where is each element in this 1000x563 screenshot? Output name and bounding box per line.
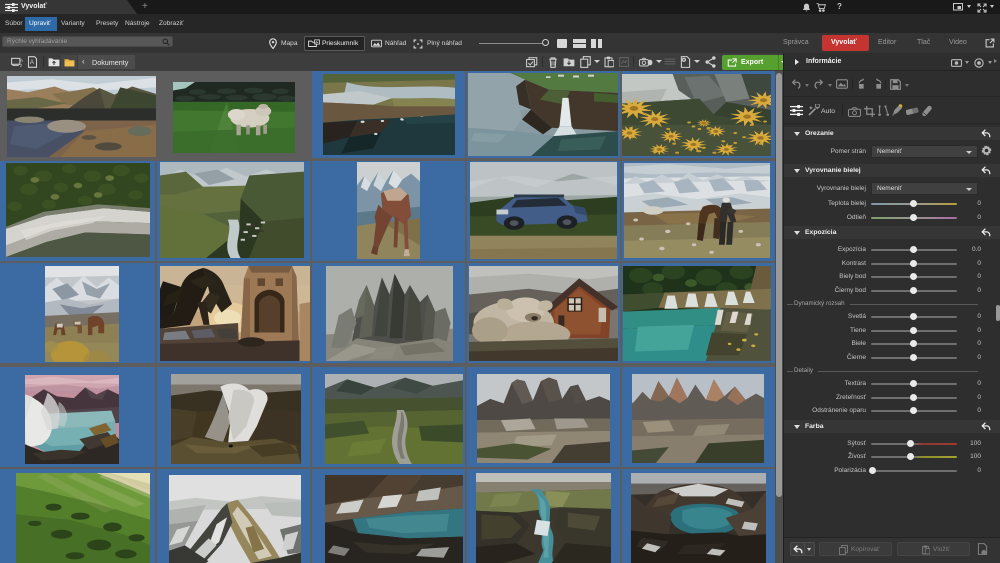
svg-text:A: A — [20, 57, 24, 63]
svg-text:A: A — [30, 60, 34, 66]
svg-text:z: z — [20, 64, 23, 68]
